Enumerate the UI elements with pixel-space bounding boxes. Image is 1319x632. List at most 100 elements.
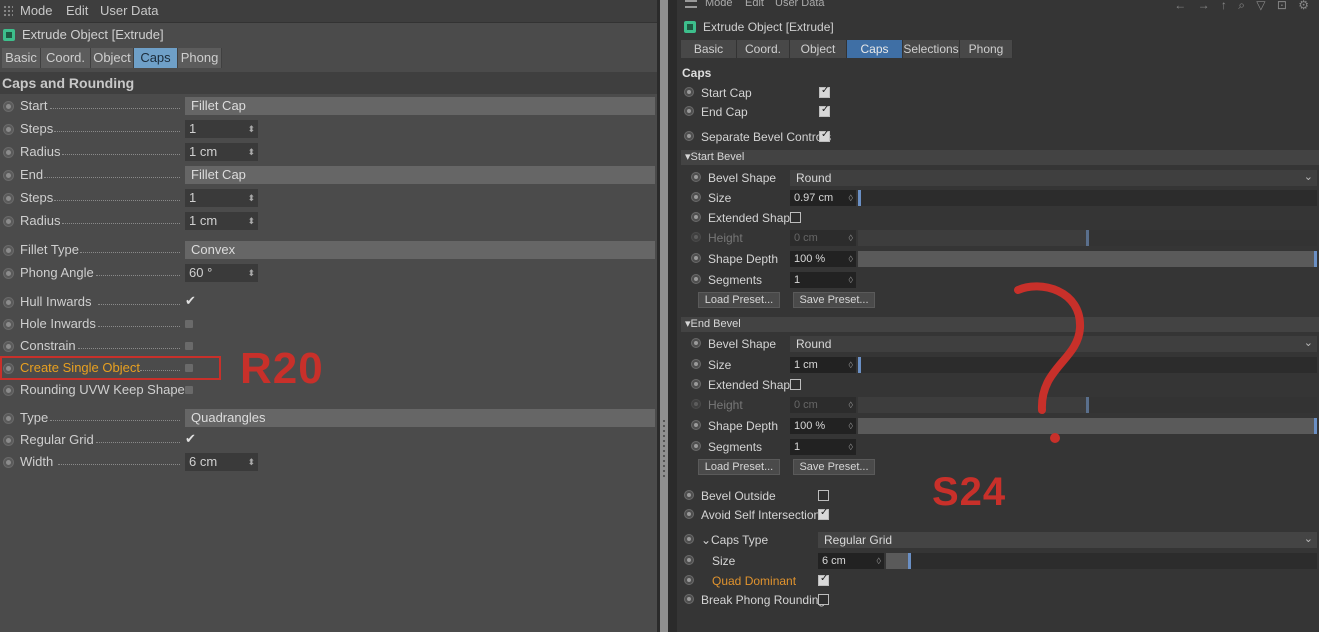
spinner-icon[interactable]: ◊ <box>849 439 853 455</box>
phong-angle-input[interactable]: 60 ° ⬍ <box>185 264 258 282</box>
tab-basic[interactable]: Basic <box>2 48 41 68</box>
spinner-icon[interactable]: ◊ <box>849 251 853 267</box>
animate-radio-icon[interactable] <box>684 509 694 519</box>
spinner-icon[interactable]: ◊ <box>849 418 853 434</box>
animate-radio-icon[interactable] <box>3 319 14 330</box>
regular-grid-checkbox[interactable]: ✔ <box>185 431 196 447</box>
animate-radio-icon[interactable] <box>3 216 14 227</box>
start-extended-shape-checkbox[interactable] <box>790 212 801 223</box>
end-save-preset-button[interactable]: Save Preset... <box>793 459 875 475</box>
animate-radio-icon[interactable] <box>3 413 14 424</box>
spinner-icon[interactable]: ⬍ <box>247 264 255 282</box>
hull-inwards-checkbox[interactable]: ✔ <box>185 293 196 309</box>
animate-radio-icon[interactable] <box>684 87 694 97</box>
start-size-slider[interactable] <box>858 190 1317 206</box>
separate-bevel-checkbox[interactable] <box>819 129 830 142</box>
slider-knob[interactable] <box>1314 418 1317 434</box>
animate-radio-icon[interactable] <box>3 385 14 396</box>
animate-radio-icon[interactable] <box>691 192 701 202</box>
animate-radio-icon[interactable] <box>691 212 701 222</box>
hamburger-icon[interactable] <box>685 0 697 8</box>
tab-coord[interactable]: Coord. <box>737 40 790 58</box>
end-dropdown[interactable]: Fillet Cap <box>185 166 655 184</box>
end-cap-checkbox[interactable] <box>819 104 830 117</box>
panel-divider[interactable] <box>657 0 677 632</box>
width-input[interactable]: 6 cm ⬍ <box>185 453 258 471</box>
animate-radio-icon[interactable] <box>691 253 701 263</box>
end-extended-shape-checkbox[interactable] <box>790 379 801 390</box>
menu-mode[interactable]: Mode <box>20 3 53 18</box>
animate-radio-icon[interactable] <box>3 435 14 446</box>
spinner-icon[interactable]: ⬍ <box>247 212 255 230</box>
caps-size-slider[interactable] <box>886 553 1317 569</box>
slider-knob[interactable] <box>858 357 861 373</box>
end-size-input[interactable]: 1 cm ◊ <box>790 357 856 373</box>
rounding-uvw-checkbox[interactable] <box>185 386 193 394</box>
caps-size-input[interactable]: 6 cm ◊ <box>818 553 884 569</box>
spinner-icon[interactable]: ⬍ <box>247 120 255 138</box>
animate-radio-icon[interactable] <box>691 338 701 348</box>
animate-radio-icon[interactable] <box>684 534 694 544</box>
fillet-type-dropdown[interactable]: Convex <box>185 241 655 259</box>
radius-end-input[interactable]: 1 cm ⬍ <box>185 212 258 230</box>
start-load-preset-button[interactable]: Load Preset... <box>698 292 780 308</box>
animate-radio-icon[interactable] <box>684 490 694 500</box>
navigation-icons[interactable]: ← → ↑ ⌕ ▽ ⊡ ⚙ <box>1174 0 1313 13</box>
spinner-icon[interactable]: ◊ <box>849 190 853 206</box>
start-bevel-shape-dropdown[interactable]: Round ⌄ <box>790 170 1317 186</box>
scrollbar[interactable] <box>660 0 668 632</box>
animate-radio-icon[interactable] <box>691 172 701 182</box>
avoid-self-intersections-checkbox[interactable] <box>818 507 829 520</box>
animate-radio-icon[interactable] <box>691 441 701 451</box>
end-segments-input[interactable]: 1 ◊ <box>790 439 856 455</box>
menu-edit[interactable]: Edit <box>66 3 88 18</box>
animate-radio-icon[interactable] <box>684 594 694 604</box>
tab-object[interactable]: Object <box>91 48 134 68</box>
start-segments-input[interactable]: 1 ◊ <box>790 272 856 288</box>
start-shape-depth-input[interactable]: 100 % ◊ <box>790 251 856 267</box>
break-phong-rounding-checkbox[interactable] <box>818 594 829 605</box>
animate-radio-icon[interactable] <box>3 193 14 204</box>
start-size-input[interactable]: 0.97 cm ◊ <box>790 190 856 206</box>
resize-grip-icon[interactable] <box>663 420 665 480</box>
quad-dominant-checkbox[interactable] <box>818 573 829 586</box>
animate-radio-icon[interactable] <box>684 131 694 141</box>
bevel-outside-checkbox[interactable] <box>818 490 829 501</box>
slider-knob[interactable] <box>1314 251 1317 267</box>
animate-radio-icon[interactable] <box>3 457 14 468</box>
tab-object[interactable]: Object <box>790 40 847 58</box>
slider-knob[interactable] <box>858 190 861 206</box>
animate-radio-icon[interactable] <box>3 245 14 256</box>
caps-type-chevron-icon[interactable]: ⌄ <box>701 533 711 547</box>
tab-selections[interactable]: Selections <box>903 40 960 58</box>
spinner-icon[interactable]: ⬍ <box>247 453 255 471</box>
steps-start-input[interactable]: 1 ⬍ <box>185 120 258 138</box>
start-save-preset-button[interactable]: Save Preset... <box>793 292 875 308</box>
menu-user-data[interactable]: User Data <box>100 3 159 18</box>
animate-radio-icon[interactable] <box>684 555 694 565</box>
spinner-icon[interactable]: ◊ <box>849 272 853 288</box>
animate-radio-icon[interactable] <box>691 420 701 430</box>
animate-radio-icon[interactable] <box>3 268 14 279</box>
group-start-bevel[interactable]: ▾Start Bevel <box>681 150 1319 165</box>
slider-knob[interactable] <box>908 553 911 569</box>
animate-radio-icon[interactable] <box>684 575 694 585</box>
spinner-icon[interactable]: ◊ <box>877 553 881 569</box>
steps-end-input[interactable]: 1 ⬍ <box>185 189 258 207</box>
tab-coord[interactable]: Coord. <box>41 48 91 68</box>
group-end-bevel[interactable]: ▾End Bevel <box>681 317 1319 332</box>
end-shape-depth-input[interactable]: 100 % ◊ <box>790 418 856 434</box>
type-dropdown[interactable]: Quadrangles <box>185 409 655 427</box>
tab-basic[interactable]: Basic <box>681 40 737 58</box>
start-cap-checkbox[interactable] <box>819 85 830 98</box>
animate-radio-icon[interactable] <box>691 274 701 284</box>
animate-radio-icon[interactable] <box>691 359 701 369</box>
animate-radio-icon[interactable] <box>3 124 14 135</box>
spinner-icon[interactable]: ⬍ <box>247 143 255 161</box>
caps-type-dropdown[interactable]: Regular Grid ⌄ <box>818 532 1317 548</box>
animate-radio-icon[interactable] <box>691 379 701 389</box>
start-shape-depth-slider[interactable] <box>858 251 1317 267</box>
constrain-checkbox[interactable] <box>185 342 193 350</box>
tab-caps[interactable]: Caps <box>847 40 903 58</box>
tab-phong[interactable]: Phong <box>178 48 222 68</box>
